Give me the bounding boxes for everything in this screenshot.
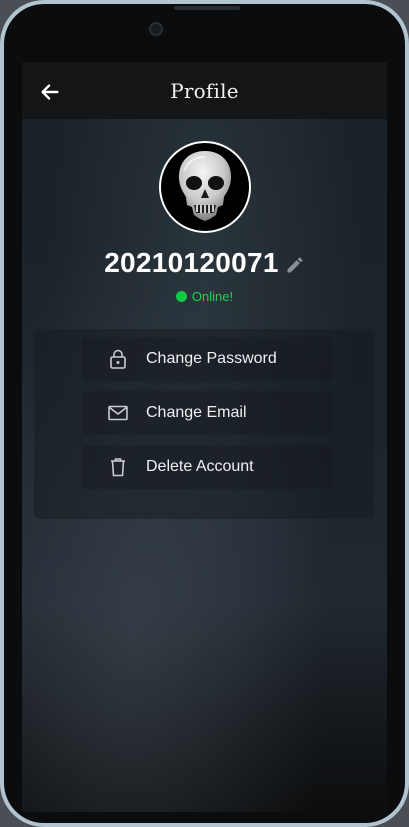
pencil-icon (287, 257, 303, 273)
menu-item-label: Change Password (146, 350, 277, 367)
page-title: Profile (170, 78, 239, 103)
front-camera (149, 22, 163, 36)
menu-item-label: Change Email (146, 404, 247, 421)
avatar[interactable] (159, 141, 251, 233)
trash-icon (106, 457, 130, 477)
edit-username-button[interactable] (285, 255, 305, 275)
back-button[interactable] (38, 80, 62, 104)
status-badge: Online! (22, 289, 387, 304)
change-password-button[interactable]: Change Password (82, 337, 332, 381)
username-row: 20210120071 (22, 247, 387, 279)
online-dot-icon (175, 291, 187, 302)
phone-frame: Profile 20210120071 Online! Change Passw… (0, 0, 409, 827)
arrow-left-icon (41, 84, 59, 100)
lock-icon (106, 349, 130, 369)
menu-item-label: Delete Account (146, 458, 254, 475)
mail-icon (106, 405, 130, 421)
speaker-grille (174, 6, 240, 10)
app-screen: Profile 20210120071 Online! Change Passw… (22, 62, 387, 812)
skull-icon (178, 151, 232, 221)
app-bar: Profile (22, 62, 387, 119)
username: 20210120071 (104, 247, 279, 278)
change-email-button[interactable]: Change Email (82, 391, 332, 435)
profile-content: 20210120071 Online! Change Password Chan… (22, 119, 387, 812)
delete-account-button[interactable]: Delete Account (82, 445, 332, 489)
phone-bezel: Profile 20210120071 Online! Change Passw… (4, 4, 405, 823)
status-text: Online! (191, 289, 234, 304)
